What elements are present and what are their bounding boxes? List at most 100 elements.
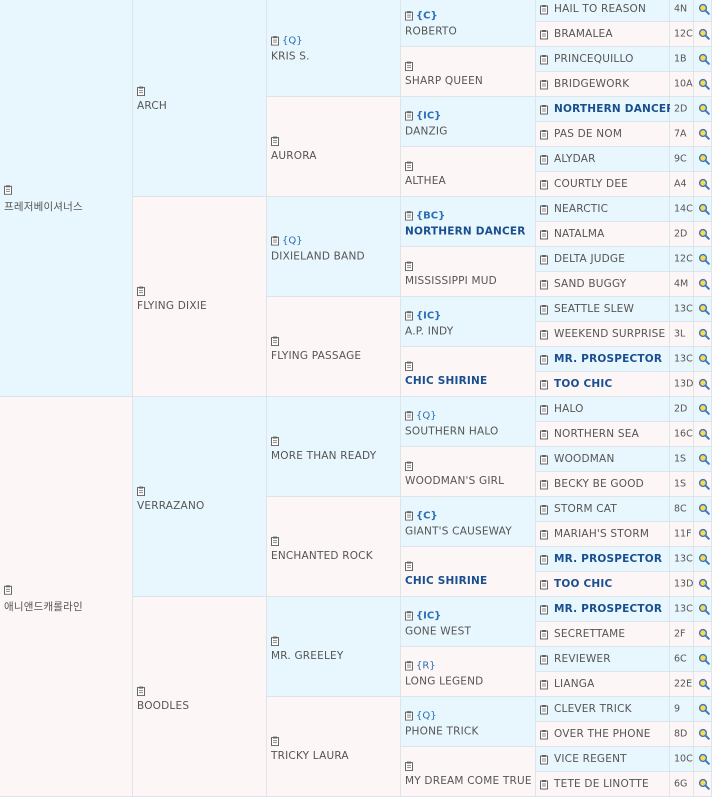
clipboard-icon[interactable] — [405, 461, 413, 471]
search-icon[interactable] — [698, 653, 710, 665]
clipboard-icon[interactable] — [405, 11, 413, 21]
search-icon[interactable] — [698, 478, 710, 490]
horse-name-link[interactable]: WEEKEND SURPRISE — [554, 328, 665, 340]
clipboard-icon[interactable] — [540, 630, 548, 640]
search-icon[interactable] — [698, 203, 710, 215]
clipboard-icon[interactable] — [540, 5, 548, 15]
horse-name-link[interactable]: MR. GREELEY — [271, 650, 398, 662]
horse-name-link[interactable]: NORTHERN DANCER — [554, 103, 675, 115]
clipboard-icon[interactable] — [540, 730, 548, 740]
search-icon[interactable] — [698, 728, 710, 740]
horse-name-link[interactable]: GIANT'S CAUSEWAY — [405, 525, 533, 537]
clipboard-icon[interactable] — [540, 780, 548, 790]
search-icon[interactable] — [698, 603, 710, 615]
clipboard-icon[interactable] — [271, 36, 279, 46]
clipboard-icon[interactable] — [540, 380, 548, 390]
search-icon[interactable] — [698, 378, 710, 390]
horse-name-link[interactable]: ALYDAR — [554, 153, 596, 165]
horse-name-link[interactable]: SAND BUGGY — [554, 278, 626, 290]
search-icon[interactable] — [698, 28, 710, 40]
horse-name-link[interactable]: NORTHERN DANCER — [405, 225, 533, 237]
clipboard-icon[interactable] — [540, 30, 548, 40]
horse-name-link[interactable]: LONG LEGEND — [405, 675, 533, 687]
clipboard-icon[interactable] — [271, 236, 279, 246]
search-icon[interactable] — [698, 53, 710, 65]
horse-name-link[interactable]: NEARCTIC — [554, 203, 608, 215]
horse-name-link[interactable]: WOODMAN'S GIRL — [405, 475, 533, 487]
horse-name-link[interactable]: VICE REGENT — [554, 753, 627, 765]
horse-name-link[interactable]: HALO — [554, 403, 584, 415]
horse-name-link[interactable]: BRIDGEWORK — [554, 78, 629, 90]
horse-name-link[interactable]: OVER THE PHONE — [554, 728, 651, 740]
clipboard-icon[interactable] — [540, 580, 548, 590]
clipboard-icon[interactable] — [540, 355, 548, 365]
horse-name-link[interactable]: WOODMAN — [554, 453, 615, 465]
horse-name-link[interactable]: LIANGA — [554, 678, 595, 690]
horse-name-link[interactable]: GONE WEST — [405, 625, 533, 637]
horse-name-link[interactable]: MORE THAN READY — [271, 450, 398, 462]
clipboard-icon[interactable] — [540, 555, 548, 565]
horse-name-link[interactable]: BOODLES — [137, 700, 264, 712]
clipboard-icon[interactable] — [405, 61, 413, 71]
search-icon[interactable] — [698, 528, 710, 540]
horse-name-link[interactable]: ALTHEA — [405, 175, 533, 187]
search-icon[interactable] — [698, 128, 710, 140]
clipboard-icon[interactable] — [405, 111, 413, 121]
search-icon[interactable] — [698, 328, 710, 340]
clipboard-icon[interactable] — [137, 286, 145, 296]
clipboard-icon[interactable] — [137, 86, 145, 96]
horse-name-link[interactable]: SOUTHERN HALO — [405, 425, 533, 437]
clipboard-icon[interactable] — [540, 130, 548, 140]
search-icon[interactable] — [698, 403, 710, 415]
clipboard-icon[interactable] — [540, 330, 548, 340]
clipboard-icon[interactable] — [540, 255, 548, 265]
horse-name-link[interactable]: 애니앤드캐롤라인 — [4, 598, 130, 613]
horse-name-link[interactable]: 프레저베이셔너스 — [4, 198, 130, 213]
search-icon[interactable] — [698, 778, 710, 790]
horse-name-link[interactable]: PHONE TRICK — [405, 725, 533, 737]
clipboard-icon[interactable] — [271, 136, 279, 146]
clipboard-icon[interactable] — [540, 180, 548, 190]
search-icon[interactable] — [698, 78, 710, 90]
clipboard-icon[interactable] — [405, 311, 413, 321]
clipboard-icon[interactable] — [405, 761, 413, 771]
clipboard-icon[interactable] — [405, 411, 413, 421]
clipboard-icon[interactable] — [405, 261, 413, 271]
horse-name-link[interactable]: DIXIELAND BAND — [271, 250, 398, 262]
clipboard-icon[interactable] — [540, 280, 548, 290]
horse-name-link[interactable]: NORTHERN SEA — [554, 428, 639, 440]
clipboard-icon[interactable] — [405, 211, 413, 221]
horse-name-link[interactable]: KRIS S. — [271, 50, 398, 62]
search-icon[interactable] — [698, 628, 710, 640]
clipboard-icon[interactable] — [540, 755, 548, 765]
clipboard-icon[interactable] — [271, 536, 279, 546]
horse-name-link[interactable]: MARIAH'S STORM — [554, 528, 649, 540]
horse-name-link[interactable]: BRAMALEA — [554, 28, 613, 40]
clipboard-icon[interactable] — [540, 505, 548, 515]
horse-name-link[interactable]: MR. PROSPECTOR — [554, 603, 662, 615]
clipboard-icon[interactable] — [540, 405, 548, 415]
horse-name-link[interactable]: A.P. INDY — [405, 325, 533, 337]
search-icon[interactable] — [698, 553, 710, 565]
clipboard-icon[interactable] — [540, 480, 548, 490]
clipboard-icon[interactable] — [540, 230, 548, 240]
horse-name-link[interactable]: SEATTLE SLEW — [554, 303, 634, 315]
clipboard-icon[interactable] — [405, 511, 413, 521]
search-icon[interactable] — [698, 303, 710, 315]
horse-name-link[interactable]: MR. PROSPECTOR — [554, 553, 662, 565]
horse-name-link[interactable]: CHIC SHIRINE — [405, 375, 533, 387]
horse-name-link[interactable]: SECRETTAME — [554, 628, 625, 640]
clipboard-icon[interactable] — [405, 711, 413, 721]
clipboard-icon[interactable] — [540, 605, 548, 615]
clipboard-icon[interactable] — [405, 161, 413, 171]
horse-name-link[interactable]: MY DREAM COME TRUE — [405, 775, 533, 787]
clipboard-icon[interactable] — [137, 686, 145, 696]
clipboard-icon[interactable] — [405, 661, 413, 671]
horse-name-link[interactable]: FLYING DIXIE — [137, 300, 264, 312]
horse-name-link[interactable]: ARCH — [137, 100, 264, 112]
clipboard-icon[interactable] — [540, 105, 548, 115]
clipboard-icon[interactable] — [540, 430, 548, 440]
clipboard-icon[interactable] — [540, 705, 548, 715]
clipboard-icon[interactable] — [540, 530, 548, 540]
clipboard-icon[interactable] — [4, 184, 12, 195]
